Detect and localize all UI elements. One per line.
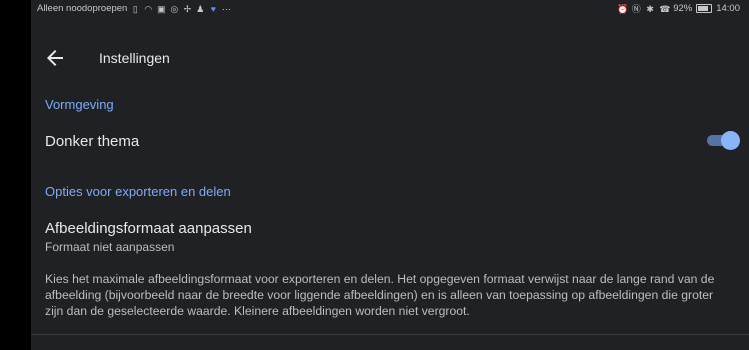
arrow-back-icon	[47, 50, 63, 66]
carrier-text: Alleen noodoproepen	[37, 3, 128, 14]
sim-icon: ▯	[132, 3, 138, 14]
status-left: Alleen noodoproepen ▯ ◠ ▣ ◎ ✢ ♟ ♥ ⋯	[37, 3, 231, 14]
more-notifications-icon: ⋯	[221, 3, 231, 14]
messenger-icon: ♥	[210, 3, 217, 14]
section-header-export: Opties voor exporteren en delen	[45, 184, 231, 199]
nfc-icon: Ⓝ	[631, 3, 641, 14]
status-right: ⏰ Ⓝ ✱ ☎ 92% 14:00	[617, 3, 740, 14]
resize-images-description: Kies het maximale afbeeldingsformaat voo…	[45, 272, 715, 318]
divider	[31, 334, 749, 335]
back-button[interactable]	[43, 46, 67, 70]
bluetooth-icon: ✱	[646, 3, 654, 14]
wifi-icon: ◠	[144, 3, 153, 14]
section-header-appearance: Vormgeving	[45, 97, 114, 112]
status-bar: Alleen noodoproepen ▯ ◠ ▣ ◎ ✢ ♟ ♥ ⋯ ⏰ Ⓝ …	[31, 0, 749, 18]
dark-theme-toggle[interactable]	[707, 131, 740, 150]
settings-screen: Alleen noodoproepen ▯ ◠ ▣ ◎ ✢ ♟ ♥ ⋯ ⏰ Ⓝ …	[31, 0, 749, 350]
toggle-thumb	[721, 131, 740, 150]
clock: 14:00	[716, 3, 740, 14]
call-icon: ☎	[659, 3, 671, 14]
app-bar: Instellingen	[31, 38, 749, 78]
resize-images-title[interactable]: Afbeeldingsformaat aanpassen	[45, 220, 252, 237]
pinwheel-icon: ✢	[183, 3, 192, 14]
battery-percent: 92%	[673, 3, 693, 14]
person-icon: ♟	[196, 3, 205, 14]
dark-theme-label[interactable]: Donker thema	[45, 133, 139, 150]
alarm-icon: ⏰	[617, 3, 629, 14]
gallery-icon: ▣	[157, 3, 166, 14]
page-title: Instellingen	[99, 50, 170, 66]
battery-icon	[696, 4, 713, 13]
resize-images-subtitle: Formaat niet aanpassen	[45, 240, 175, 254]
instagram-icon: ◎	[170, 3, 179, 14]
